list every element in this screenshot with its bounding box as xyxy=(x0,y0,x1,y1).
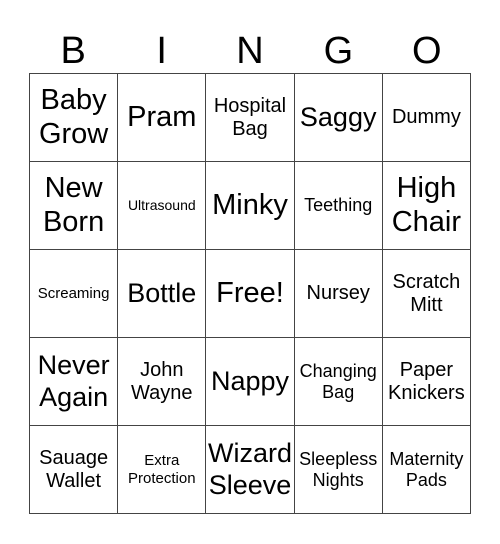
bingo-cell[interactable]: Paper Knickers xyxy=(382,338,471,426)
bingo-cell[interactable]: Changing Bag xyxy=(294,338,383,426)
bingo-cell[interactable]: Dummy xyxy=(382,74,471,162)
bingo-cell[interactable]: Minky xyxy=(206,162,295,250)
bingo-cell[interactable]: Nappy xyxy=(206,338,295,426)
header-letter-o: O xyxy=(412,30,442,72)
bingo-cell[interactable]: Hospital Bag xyxy=(206,74,295,162)
bingo-cell[interactable]: Teething xyxy=(294,162,383,250)
header-letter-i: I xyxy=(156,30,167,72)
bingo-cell[interactable]: Pram xyxy=(118,74,207,162)
bingo-cell[interactable]: Saggy xyxy=(294,74,383,162)
bingo-cell[interactable]: High Chair xyxy=(382,162,471,250)
bingo-cell[interactable]: New Born xyxy=(30,162,119,250)
header-letter-g: G xyxy=(323,30,354,72)
bingo-cell[interactable]: Nursey xyxy=(294,250,383,338)
bingo-cell[interactable]: Never Again xyxy=(30,338,119,426)
bingo-cell[interactable]: Bottle xyxy=(118,250,207,338)
bingo-cell[interactable]: Sleepless Nights xyxy=(294,426,383,514)
bingo-cell[interactable]: Scratch Mitt xyxy=(382,250,471,338)
bingo-cell[interactable]: John Wayne xyxy=(118,338,207,426)
bingo-cell[interactable]: Sauage Wallet xyxy=(30,426,119,514)
bingo-header: B I N G O xyxy=(29,28,471,74)
header-letter-b: B xyxy=(60,30,86,72)
bingo-cell[interactable]: Extra Protection xyxy=(118,426,207,514)
bingo-cell[interactable]: Baby Grow xyxy=(30,74,119,162)
bingo-cell[interactable]: Wizard Sleeve xyxy=(206,426,295,514)
bingo-cell[interactable]: Maternity Pads xyxy=(382,426,471,514)
bingo-grid: Baby Grow Pram Hospital Bag Saggy Dummy … xyxy=(29,73,471,514)
header-letter-n: N xyxy=(236,30,264,72)
bingo-cell[interactable]: Ultrasound xyxy=(118,162,207,250)
bingo-cell[interactable]: Screaming xyxy=(30,250,119,338)
free-space-cell[interactable]: Free! xyxy=(206,250,295,338)
